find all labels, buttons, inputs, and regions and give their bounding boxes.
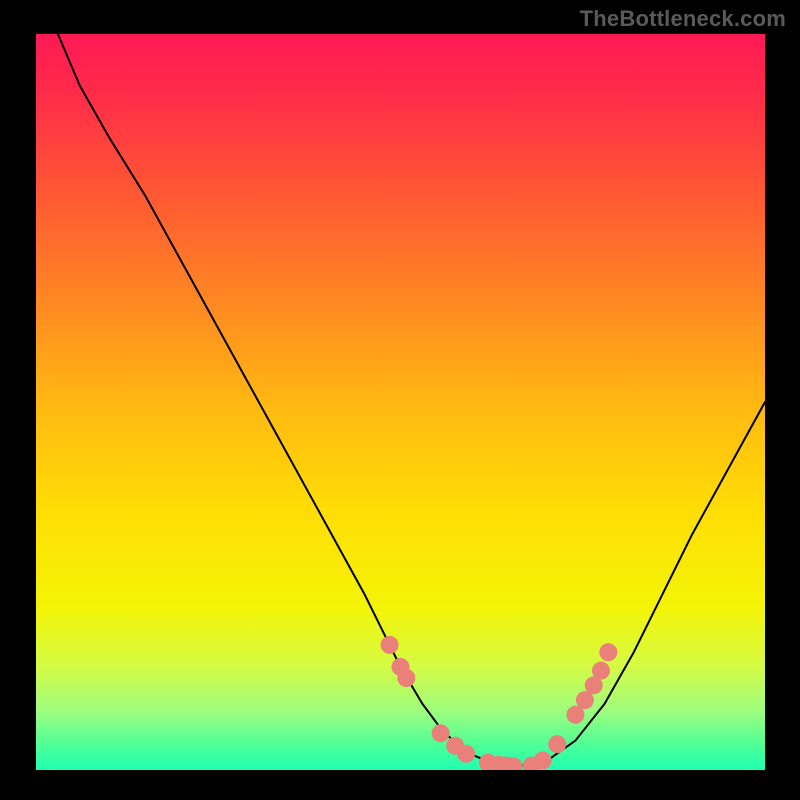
marker-point [534,751,552,769]
marker-point [397,669,415,687]
marker-point [548,735,566,753]
marker-point [432,724,450,742]
marker-point [566,706,584,724]
marker-point [457,745,475,763]
watermark-text: TheBottleneck.com [580,6,786,32]
chart-stage: TheBottleneck.com [0,0,800,800]
marker-point [592,662,610,680]
marker-point [505,757,523,775]
marker-point [599,643,617,661]
marker-point [381,636,399,654]
chart-svg [0,0,800,800]
